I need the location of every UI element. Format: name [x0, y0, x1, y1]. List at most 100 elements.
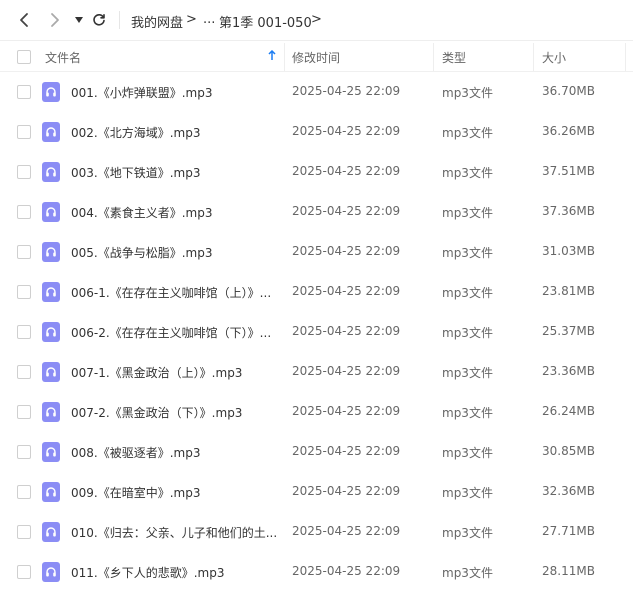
table-row[interactable]: 009.《在暗室中》.mp3 2025-04-25 22:09 mp3文件 32.36…: [0, 472, 633, 512]
file-type: mp3文件: [442, 246, 493, 260]
column-divider[interactable]: [533, 43, 534, 71]
file-name[interactable]: 007-1.《黑金政治（上）》.mp3: [71, 364, 242, 381]
table-row[interactable]: 010.《归去：父亲、儿子和他们的土... 2025-04-25 22:09 mp3…: [0, 512, 633, 552]
toolbar-divider: [119, 11, 120, 29]
refresh-button[interactable]: [89, 10, 109, 30]
audio-file-icon: [42, 362, 60, 382]
file-name[interactable]: 006-2.《在存在主义咖啡馆（下）》...: [71, 324, 271, 341]
navigation-bar: 我的网盘 > ... 第1季 001-050 >: [0, 0, 633, 40]
table-row[interactable]: 001.《小炸弹联盟》.mp3 2025-04-25 22:09 mp3文件 36.7…: [0, 72, 633, 112]
breadcrumb-root[interactable]: 我的网盘: [131, 12, 183, 31]
audio-file-icon: [42, 322, 60, 342]
sort-ascending-icon[interactable]: [268, 50, 276, 61]
breadcrumb-ellipsis[interactable]: ...: [203, 12, 215, 27]
file-size: 37.36MB: [542, 204, 595, 218]
row-checkbox[interactable]: [17, 565, 31, 579]
file-size: 26.24MB: [542, 404, 595, 418]
file-name[interactable]: 006-1.《在存在主义咖啡馆（上）》...: [71, 284, 271, 301]
table-row[interactable]: 007-2.《黑金政治（下）》.mp3 2025-04-25 22:09 mp3文件…: [0, 392, 633, 432]
table-row[interactable]: 005.《战争与松脂》.mp3 2025-04-25 22:09 mp3文件 31.0…: [0, 232, 633, 272]
headphones-icon: [46, 327, 56, 337]
file-name[interactable]: 008.《被驱逐者》.mp3: [71, 444, 200, 461]
breadcrumb-separator: >: [186, 12, 197, 27]
row-checkbox[interactable]: [17, 365, 31, 379]
row-checkbox[interactable]: [17, 245, 31, 259]
file-modified: 2025-04-25 22:09: [292, 244, 401, 258]
headphones-icon: [46, 487, 56, 497]
file-size: 23.36MB: [542, 364, 595, 378]
file-type: mp3文件: [442, 286, 493, 300]
table-row[interactable]: 011.《乡下人的悲歌》.mp3 2025-04-25 22:09 mp3文件 28.…: [0, 552, 633, 592]
file-modified: 2025-04-25 22:09: [292, 484, 401, 498]
file-size: 30.85MB: [542, 444, 595, 458]
file-name[interactable]: 010.《归去：父亲、儿子和他们的土...: [71, 524, 277, 541]
forward-button[interactable]: [45, 10, 65, 30]
headphones-icon: [46, 247, 56, 257]
file-type: mp3文件: [442, 486, 493, 500]
headphones-icon: [46, 127, 56, 137]
file-size: 36.26MB: [542, 124, 595, 138]
file-list-header: 文件名 修改时间 类型 大小: [0, 40, 633, 72]
file-name[interactable]: 007-2.《黑金政治（下）》.mp3: [71, 404, 242, 421]
row-checkbox[interactable]: [17, 165, 31, 179]
file-name[interactable]: 005.《战争与松脂》.mp3: [71, 244, 212, 261]
breadcrumb-current[interactable]: 第1季 001-050: [219, 12, 312, 31]
table-row[interactable]: 002.《北方海域》.mp3 2025-04-25 22:09 mp3文件 36.26…: [0, 112, 633, 152]
column-header-name[interactable]: 文件名: [45, 49, 81, 66]
file-modified: 2025-04-25 22:09: [292, 564, 401, 578]
file-type: mp3文件: [442, 446, 493, 460]
column-divider[interactable]: [625, 43, 626, 71]
file-name[interactable]: 001.《小炸弹联盟》.mp3: [71, 84, 212, 101]
row-checkbox[interactable]: [17, 85, 31, 99]
row-checkbox[interactable]: [17, 485, 31, 499]
audio-file-icon: [42, 442, 60, 462]
column-divider[interactable]: [433, 43, 434, 71]
file-name[interactable]: 002.《北方海域》.mp3: [71, 124, 200, 141]
column-header-modified[interactable]: 修改时间: [292, 49, 340, 66]
file-type: mp3文件: [442, 166, 493, 180]
file-type: mp3文件: [442, 406, 493, 420]
table-row[interactable]: 004.《素食主义者》.mp3 2025-04-25 22:09 mp3文件 37.3…: [0, 192, 633, 232]
headphones-icon: [46, 287, 56, 297]
file-modified: 2025-04-25 22:09: [292, 84, 401, 98]
audio-file-icon: [42, 482, 60, 502]
audio-file-icon: [42, 82, 60, 102]
file-name[interactable]: 011.《乡下人的悲歌》.mp3: [71, 564, 224, 581]
audio-file-icon: [42, 202, 60, 222]
row-checkbox[interactable]: [17, 285, 31, 299]
audio-file-icon: [42, 162, 60, 182]
file-size: 36.70MB: [542, 84, 595, 98]
file-name[interactable]: 009.《在暗室中》.mp3: [71, 484, 200, 501]
history-dropdown-button[interactable]: [69, 10, 89, 30]
file-name[interactable]: 004.《素食主义者》.mp3: [71, 204, 212, 221]
column-divider[interactable]: [284, 43, 285, 71]
column-header-size[interactable]: 大小: [542, 49, 566, 66]
table-row[interactable]: 006-2.《在存在主义咖啡馆（下）》... 2025-04-25 22:09 mp…: [0, 312, 633, 352]
file-name[interactable]: 003.《地下铁道》.mp3: [71, 164, 200, 181]
chevron-right-icon: [51, 13, 59, 27]
table-row[interactable]: 003.《地下铁道》.mp3 2025-04-25 22:09 mp3文件 37.51…: [0, 152, 633, 192]
row-checkbox[interactable]: [17, 405, 31, 419]
file-size: 31.03MB: [542, 244, 595, 258]
table-row[interactable]: 007-1.《黑金政治（上）》.mp3 2025-04-25 22:09 mp3文件…: [0, 352, 633, 392]
file-size: 23.81MB: [542, 284, 595, 298]
row-checkbox[interactable]: [17, 125, 31, 139]
file-type: mp3文件: [442, 126, 493, 140]
back-button[interactable]: [14, 10, 34, 30]
caret-down-icon: [75, 17, 83, 23]
table-row[interactable]: 006-1.《在存在主义咖啡馆（上）》... 2025-04-25 22:09 mp…: [0, 272, 633, 312]
file-modified: 2025-04-25 22:09: [292, 124, 401, 138]
file-type: mp3文件: [442, 526, 493, 540]
table-row[interactable]: 008.《被驱逐者》.mp3 2025-04-25 22:09 mp3文件 30.85…: [0, 432, 633, 472]
select-all-checkbox[interactable]: [17, 50, 31, 64]
column-header-type[interactable]: 类型: [442, 49, 466, 66]
row-checkbox[interactable]: [17, 525, 31, 539]
file-modified: 2025-04-25 22:09: [292, 524, 401, 538]
file-modified: 2025-04-25 22:09: [292, 284, 401, 298]
chevron-left-icon: [20, 13, 28, 27]
row-checkbox[interactable]: [17, 205, 31, 219]
row-checkbox[interactable]: [17, 445, 31, 459]
headphones-icon: [46, 567, 56, 577]
row-checkbox[interactable]: [17, 325, 31, 339]
audio-file-icon: [42, 122, 60, 142]
